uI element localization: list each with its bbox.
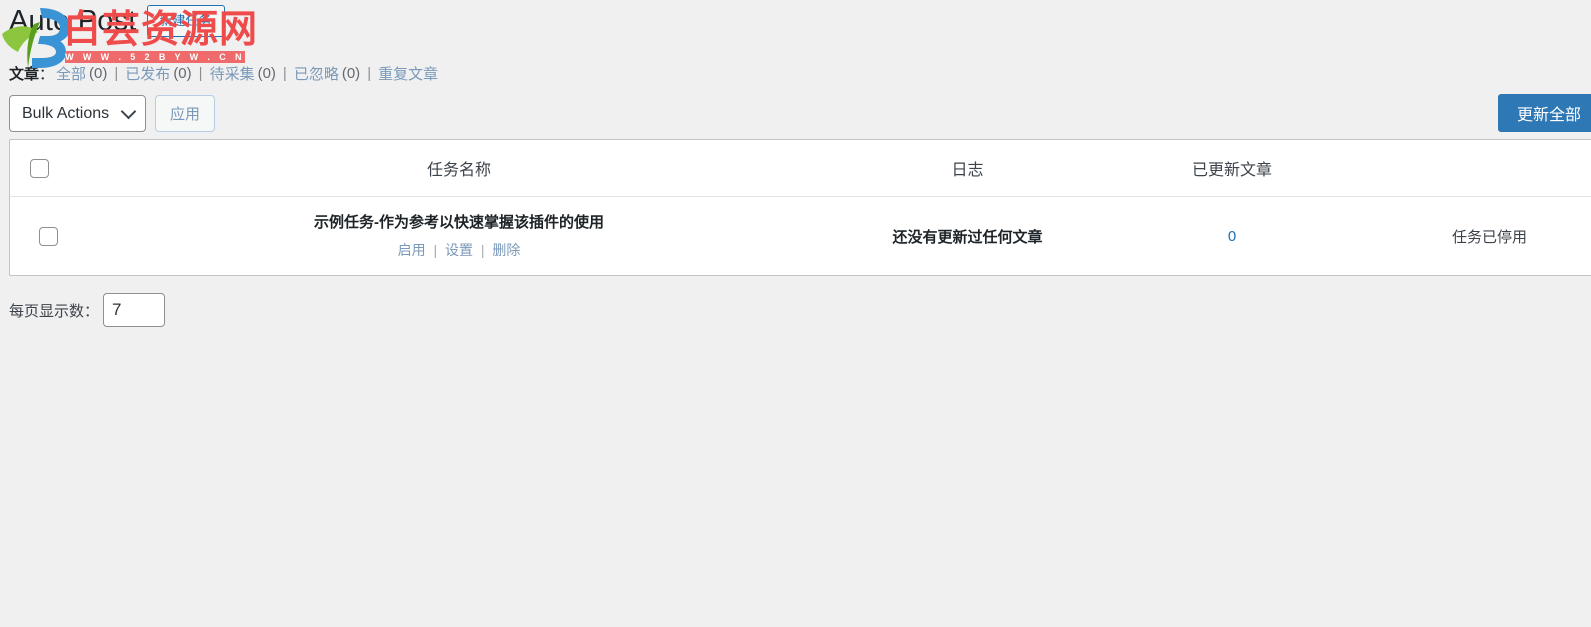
table-row: 示例任务-作为参考以快速掌握该插件的使用 启用 | 设置 | 删除 还没有更新过…: [10, 197, 1591, 276]
per-page-input[interactable]: [103, 293, 166, 327]
row-action-enable[interactable]: 启用: [398, 242, 426, 258]
bulk-actions-wrapper: Bulk Actions: [9, 94, 146, 132]
post-status-filter-list: 文章 ： 全部 (0) | 已发布 (0) | 待采集 (0) | 已忽略 (0…: [9, 62, 438, 84]
per-page-control: 每页显示数：: [9, 292, 166, 328]
row-action-separator: |: [433, 242, 438, 258]
filter-link-pending[interactable]: 待采集: [210, 63, 255, 84]
filter-count-published: (0): [173, 64, 192, 82]
row-action-links: 启用 | 设置 | 删除: [85, 240, 833, 260]
filter-list-colon: ：: [39, 65, 55, 83]
task-status-cell: 任务已停用: [1362, 197, 1591, 276]
task-name-cell: 示例任务-作为参考以快速掌握该插件的使用 启用 | 设置 | 删除: [85, 197, 833, 276]
row-select-checkbox[interactable]: [39, 226, 58, 246]
filter-link-all[interactable]: 全部: [56, 63, 86, 84]
table-header-row: 任务名称 日志 已更新文章: [10, 140, 1591, 197]
filter-link-published[interactable]: 已发布: [125, 63, 170, 84]
row-action-delete[interactable]: 删除: [492, 242, 520, 258]
row-action-settings[interactable]: 设置: [445, 242, 473, 258]
per-page-label: 每页显示数：: [9, 302, 100, 320]
filter-list-label: 文章: [9, 65, 40, 83]
column-header-status: [1362, 140, 1591, 197]
updated-posts-cell: 0: [1102, 197, 1362, 276]
filter-separator: |: [198, 64, 203, 82]
row-select-cell: [10, 197, 85, 276]
filter-separator: |: [282, 64, 287, 82]
add-new-task-button[interactable]: 新建任务: [146, 4, 225, 38]
filter-separator: |: [114, 64, 119, 82]
filter-link-ignored[interactable]: 已忽略: [294, 63, 339, 84]
column-header-updated-posts: 已更新文章: [1102, 140, 1362, 197]
filter-link-duplicate[interactable]: 重复文章: [378, 63, 438, 84]
filter-count-all: (0): [89, 64, 108, 82]
updated-posts-count-link[interactable]: 0: [1228, 228, 1236, 245]
page-title: Auto Post: [9, 5, 137, 37]
task-log-cell: 还没有更新过任何文章: [833, 197, 1102, 276]
apply-button[interactable]: 应用: [155, 94, 216, 132]
table-toolbar: Bulk Actions 应用: [9, 94, 216, 132]
tasks-table: 任务名称 日志 已更新文章 示例任务-作为参考以快速掌握该插件的使用 启用 | …: [9, 139, 1591, 276]
task-log-text: 还没有更新过任何文章: [892, 228, 1043, 246]
page-header: Auto Post 新建任务: [9, 2, 225, 40]
column-header-log: 日志: [833, 140, 1102, 197]
row-action-separator: |: [480, 242, 485, 258]
filter-count-pending: (0): [257, 64, 276, 82]
bulk-actions-select[interactable]: Bulk Actions: [9, 94, 146, 132]
filter-separator: |: [367, 64, 372, 82]
task-status-text: 任务已停用: [1451, 228, 1527, 246]
select-all-header: [10, 140, 85, 197]
task-name-text: 示例任务-作为参考以快速掌握该插件的使用: [314, 214, 604, 231]
update-all-button[interactable]: 更新全部: [1497, 94, 1591, 132]
filter-count-ignored: (0): [341, 64, 361, 82]
column-header-task-name: 任务名称: [85, 140, 833, 197]
select-all-checkbox[interactable]: [30, 158, 49, 178]
